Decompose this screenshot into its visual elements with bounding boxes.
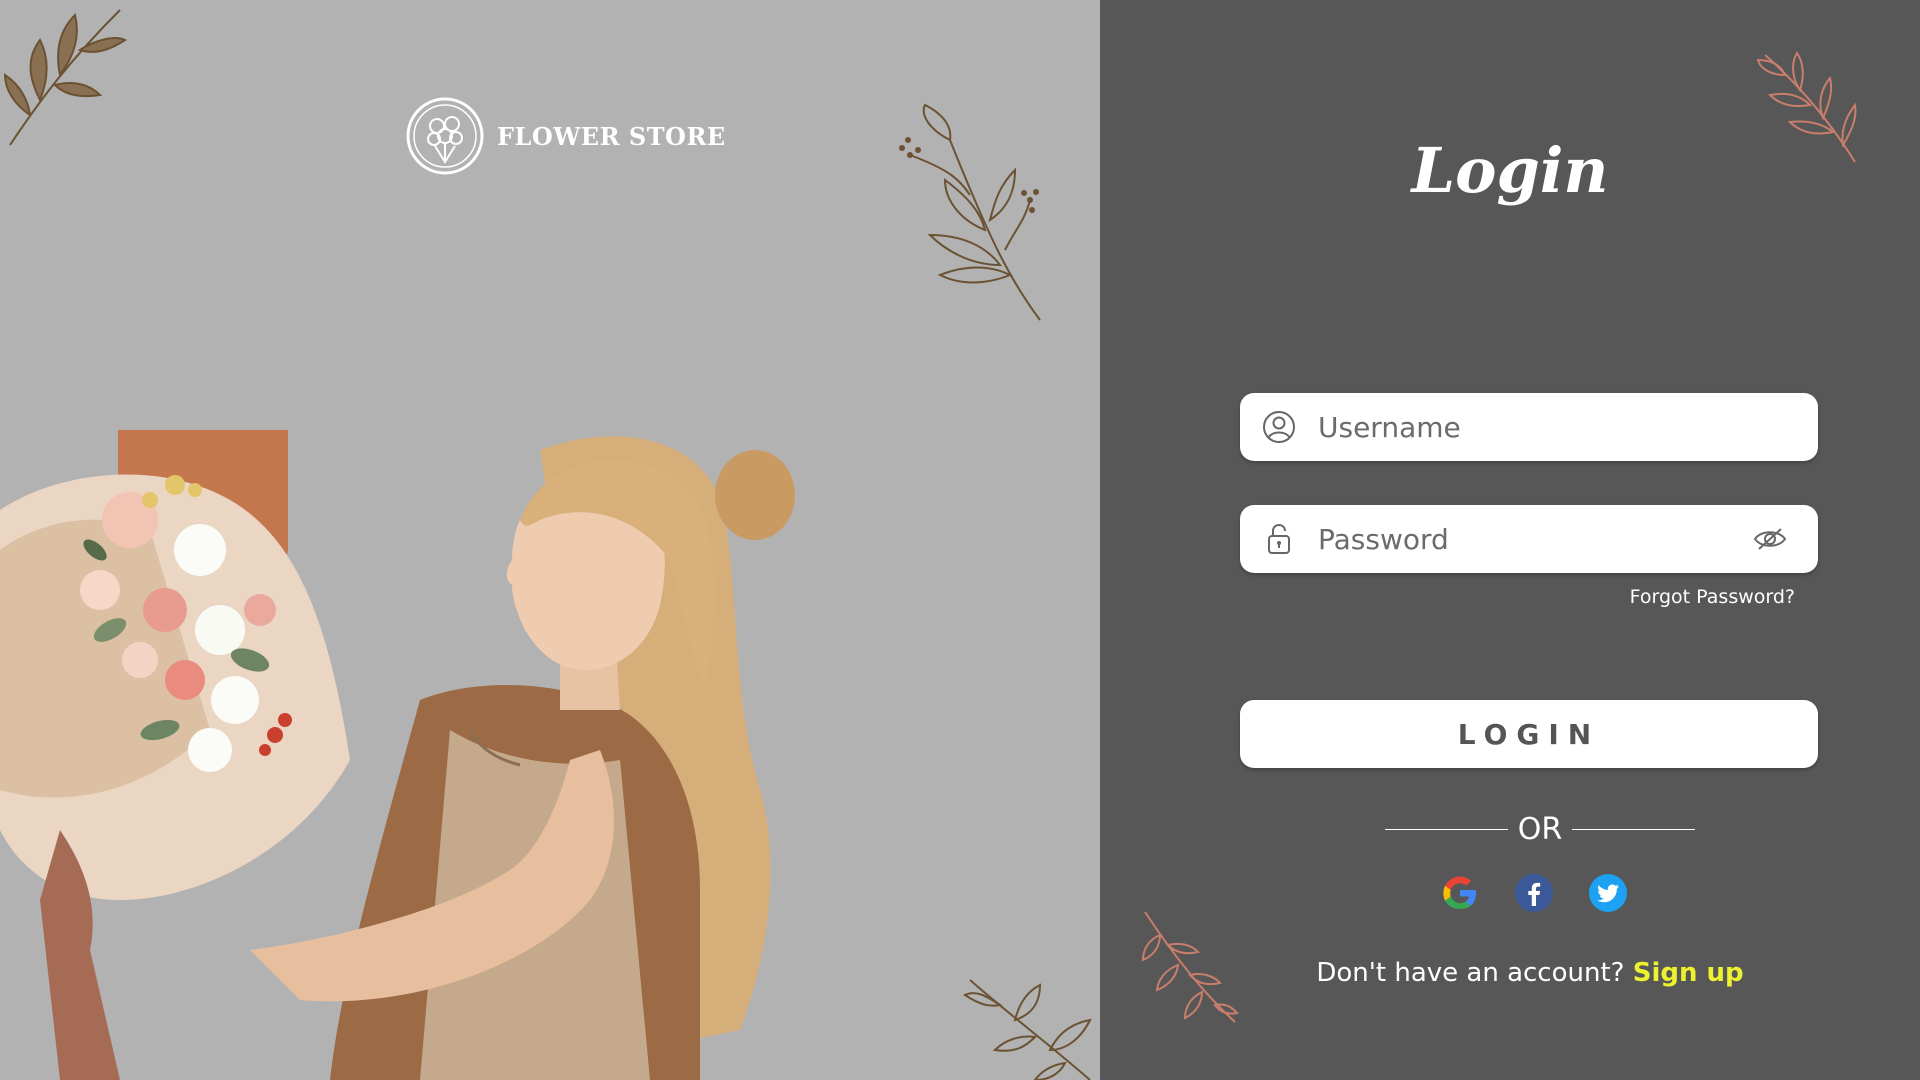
leaf-sprig-decoration [1141,911,1239,1023]
facebook-icon[interactable] [1514,873,1554,913]
signup-prompt: Don't have an account? [1316,958,1625,988]
login-button[interactable]: LOGIN [1240,700,1818,768]
hero-panel: FLOWER STORE [0,0,1100,1080]
username-input[interactable] [1318,393,1818,461]
signup-link[interactable]: Sign up [1633,958,1744,988]
eye-off-icon[interactable] [1752,521,1788,557]
brand-logo[interactable]: FLOWER STORE [405,96,726,176]
social-login-buttons [1440,873,1628,913]
or-divider: OR [1385,812,1695,847]
login-page: FLOWER STORE Login Username Forgot Passw… [0,0,1920,1080]
page-title: Login [1411,133,1609,207]
lock-icon [1262,522,1296,556]
password-field[interactable] [1240,505,1818,573]
divider-line [1572,829,1695,830]
twitter-icon[interactable] [1588,873,1628,913]
user-icon [1262,410,1296,444]
leaf-sprig-decoration [899,103,1041,321]
google-icon[interactable] [1440,873,1480,913]
florist-hero-image [0,430,795,1080]
bouquet-icon [406,97,484,175]
brand-name: FLOWER STORE [497,121,726,151]
or-label: OR [1517,812,1563,847]
leaf-sprig-decoration [3,9,127,146]
leaf-sprig-decoration [963,979,1092,1080]
login-panel: Login Username Forgot Password? LOGIN OR… [1100,0,1920,1080]
password-input[interactable] [1318,505,1752,573]
divider-line [1385,829,1508,830]
forgot-password-link[interactable]: Forgot Password? [1630,586,1795,608]
username-field[interactable] [1240,393,1818,461]
